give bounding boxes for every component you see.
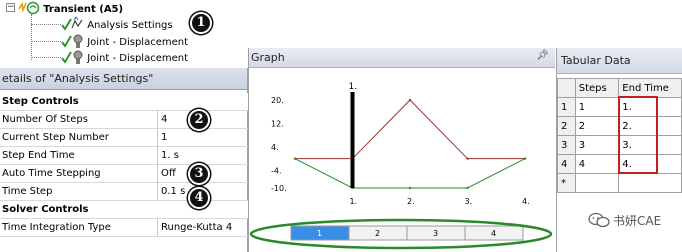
watermark: 书妍CAE xyxy=(588,212,661,229)
tree-item-transient[interactable]: Transient (A5) xyxy=(18,1,123,17)
y-tick-label: 12. xyxy=(271,119,284,128)
property-label: Step End Time xyxy=(2,150,75,161)
section-step-controls[interactable]: Step Controls xyxy=(0,93,248,111)
tree-item-analysis-settings[interactable]: Analysis Settings xyxy=(60,16,173,32)
tree-item-label: Analysis Settings xyxy=(87,20,173,31)
tree-connector xyxy=(31,41,61,42)
tree-item-joint-displacement[interactable]: Joint - Displacement xyxy=(60,49,188,65)
property-time-integration-type[interactable]: Time Integration Type Runge-Kutta 4 xyxy=(0,219,248,237)
x-axis: 1. 2. 3. 4. xyxy=(350,197,530,206)
series-point xyxy=(408,186,412,190)
property-time-step[interactable]: Time Step 0.1 s xyxy=(0,183,248,201)
property-label: Current Step Number xyxy=(2,132,109,143)
series-line-1 xyxy=(295,99,525,160)
joint-displacement-icon xyxy=(61,50,83,64)
wechat-icon xyxy=(588,212,610,228)
series-point xyxy=(293,157,297,160)
end-time-cell[interactable] xyxy=(618,173,682,193)
series-point xyxy=(408,98,412,102)
row-index[interactable]: 2 xyxy=(557,116,576,136)
tree-root-label: Transient (A5) xyxy=(43,4,124,15)
y-tick-label: -4. xyxy=(271,166,282,175)
section-label: Solver Controls xyxy=(2,204,89,215)
section-label: Step Controls xyxy=(2,96,79,107)
tabular-title: Tabular Data xyxy=(557,48,682,74)
tree-connector xyxy=(31,14,32,60)
graph-panel: Graph 📌︎ 20. 12. 4. -4. -10. 1. 2. 3. 4. 1. 1 2 3… xyxy=(248,48,555,252)
tree-item-label: Joint - Displacement xyxy=(87,53,189,64)
steps-cell[interactable] xyxy=(574,173,620,193)
row-index[interactable]: 4 xyxy=(557,154,576,174)
joint-displacement-icon xyxy=(61,34,83,48)
series-group xyxy=(293,98,527,190)
corner-cell xyxy=(557,78,576,98)
property-label: Time Integration Type xyxy=(2,222,111,233)
property-current-step-number[interactable]: Current Step Number 1 xyxy=(0,129,248,147)
steps-cell[interactable]: 3 xyxy=(574,135,620,155)
step-button-label: 2 xyxy=(375,229,380,238)
property-auto-time-stepping[interactable]: Auto Time Stepping Off xyxy=(0,165,248,183)
x-tick-label: 4. xyxy=(522,197,530,206)
column-header-end-time[interactable]: End Time xyxy=(618,78,682,98)
property-value[interactable]: 1. s xyxy=(157,147,248,164)
section-solver-controls[interactable]: Solver Controls xyxy=(0,201,248,219)
analysis-settings-icon xyxy=(61,16,83,31)
table-new-row[interactable]: * xyxy=(557,173,682,193)
property-label: Time Step xyxy=(2,186,53,197)
outline-tree: − Transient (A5) Analysis Settings Joint… xyxy=(0,0,248,68)
graph-plot[interactable]: 20. 12. 4. -4. -10. 1. 2. 3. 4. 1. 1 2 3 4 xyxy=(249,68,556,252)
property-value[interactable]: 1 xyxy=(157,129,248,146)
details-panel: etails of "Analysis Settings" Step Contr… xyxy=(0,68,248,252)
column-header-steps[interactable]: Steps xyxy=(574,78,620,98)
steps-cell[interactable]: 4 xyxy=(574,154,620,174)
series-line-2 xyxy=(294,158,526,189)
y-tick-label: 4. xyxy=(271,143,279,152)
property-step-end-time[interactable]: Step End Time 1. s xyxy=(0,147,248,165)
callout-4: 4 xyxy=(188,187,210,209)
callout-1: 1 xyxy=(190,12,212,34)
watermark-text: 书妍CAE xyxy=(613,214,662,228)
new-row-marker: * xyxy=(557,173,576,193)
property-value[interactable]: Runge-Kutta 4 xyxy=(157,219,248,236)
tree-item-label: Joint - Displacement xyxy=(87,37,189,48)
callout-3: 3 xyxy=(188,163,210,185)
x-tick-label: 2. xyxy=(407,197,415,206)
callout-2: 2 xyxy=(188,109,210,131)
x-tick-label: 3. xyxy=(465,197,473,206)
table-header-row: Steps End Time xyxy=(557,78,682,98)
y-tick-label: 20. xyxy=(271,96,284,105)
x-tick-label: 1. xyxy=(350,197,358,206)
end-time-highlight-box xyxy=(618,96,658,174)
row-index[interactable]: 3 xyxy=(557,135,576,155)
property-number-of-steps[interactable]: Number Of Steps 4 xyxy=(0,111,248,129)
series-point xyxy=(466,186,469,190)
steps-cell[interactable]: 1 xyxy=(574,97,620,117)
transient-analysis-icon xyxy=(18,1,40,15)
tree-connector xyxy=(31,24,61,25)
time-cursor-label: 1. xyxy=(349,82,358,92)
pin-icon[interactable]: 📌︎ xyxy=(536,50,549,61)
step-button-label: 4 xyxy=(491,229,496,238)
steps-cell[interactable]: 2 xyxy=(574,116,620,136)
y-axis: 20. 12. 4. -4. -10. xyxy=(271,96,287,193)
tree-item-joint-displacement[interactable]: Joint - Displacement xyxy=(60,33,188,49)
tree-connector xyxy=(31,57,61,58)
details-title: etails of "Analysis Settings" xyxy=(0,68,247,90)
time-cursor[interactable] xyxy=(350,92,355,188)
step-button-label: 1 xyxy=(317,229,322,238)
property-label: Number Of Steps xyxy=(2,114,88,125)
property-label: Auto Time Stepping xyxy=(2,168,101,179)
y-tick-label: -10. xyxy=(271,184,287,193)
series-point xyxy=(523,157,527,160)
step-button-label: 3 xyxy=(433,229,438,238)
graph-title: Graph xyxy=(249,48,555,68)
series-point xyxy=(466,157,469,160)
collapse-toggle[interactable]: − xyxy=(6,3,15,12)
row-index[interactable]: 1 xyxy=(557,97,576,117)
step-selector: 1 2 3 4 xyxy=(290,225,524,241)
